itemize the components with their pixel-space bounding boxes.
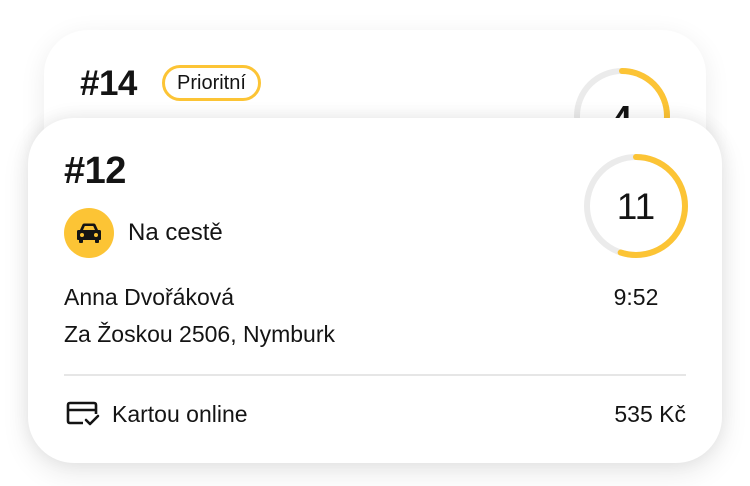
customer-name: Anna Dvořáková: [64, 284, 235, 310]
order-price: 535 Kč: [614, 401, 686, 427]
order-stack: #14 Prioritní 4 #12 Na cestě: [0, 0, 750, 486]
countdown-timer: 11: [582, 152, 690, 260]
payment-method: Kartou online: [112, 400, 248, 427]
customer-address: Za Žoskou 2506, Nymburk: [64, 321, 336, 347]
payment-row: Kartou online: [66, 398, 248, 430]
timer-value: 11: [616, 186, 656, 227]
order-number: #12: [64, 150, 126, 192]
car-icon: [64, 208, 114, 258]
credit-card-check-icon: [66, 401, 100, 426]
car-icon-glyph: [77, 223, 101, 243]
order-number: #14: [80, 64, 137, 103]
divider: [64, 374, 686, 376]
status-label: Na cestě: [128, 219, 223, 246]
priority-badge: Prioritní: [162, 65, 261, 101]
status-row: Na cestě: [64, 208, 223, 258]
delivery-time: 9:52: [613, 284, 659, 310]
order-card-12[interactable]: #12 Na cestě 11 Anna Dvořáková 9:52 Za Ž…: [28, 118, 722, 463]
